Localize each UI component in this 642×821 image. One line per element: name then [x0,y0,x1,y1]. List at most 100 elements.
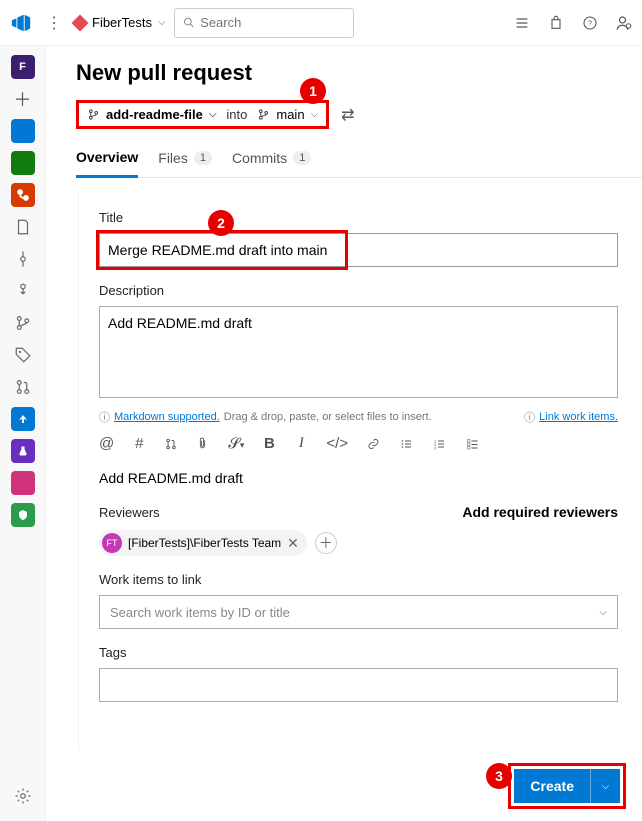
numbered-list-icon[interactable]: 123 [432,438,447,450]
link-work-items[interactable]: Link work items. [539,411,618,423]
sidebar-green[interactable] [8,500,38,530]
title-label: Title [99,210,618,225]
drag-hint: Drag & drop, paste, or select files to i… [224,411,432,423]
title-input[interactable] [99,233,618,267]
callout-1: 1 [300,78,326,104]
form-area: Title Description ⓘ Markdown supported. … [78,190,642,750]
source-branch-label: add-readme-file [106,107,203,122]
tags-input[interactable] [99,668,618,702]
main-content: New pull request add-readme-file ⌵ into … [46,46,642,821]
bold-icon[interactable]: B [262,435,276,452]
branch-selector-highlight: add-readme-file ⌵ into main ⌵ [76,100,329,129]
mention-icon[interactable]: @ [99,435,114,452]
branch-icon [87,108,100,121]
markdown-link[interactable]: Markdown supported. [114,411,220,423]
project-picker[interactable]: FiberTests ⌵ [74,15,166,30]
create-button[interactable]: Create [514,769,590,803]
search-input[interactable] [200,15,344,30]
search-icon [183,16,195,29]
callout-3: 3 [486,763,512,789]
top-bar: ⋮ FiberTests ⌵ ? [0,0,642,46]
tab-files[interactable]: Files 1 [158,149,212,177]
sidebar-boards[interactable] [8,148,38,178]
info-icon: ⓘ [99,409,110,425]
workitems-placeholder: Search work items by ID or title [110,605,290,620]
reviewers-label: Reviewers [99,505,160,520]
page-title: New pull request [76,60,642,86]
tab-overview-label: Overview [76,149,138,165]
remove-chip-icon[interactable]: ✕ [287,535,299,552]
create-split-button: Create ⌵ [514,769,620,803]
sidebar-files[interactable] [8,212,38,242]
avatar: FT [102,533,122,553]
info-icon: ⓘ [524,409,535,425]
sidebar-pullrequests[interactable] [8,372,38,402]
sidebar-commits[interactable] [8,244,38,274]
code-icon[interactable]: </> [326,435,348,452]
create-dropdown[interactable]: ⌵ [590,769,620,803]
workitems-label: Work items to link [99,572,618,587]
sidebar-branches[interactable] [8,308,38,338]
description-preview: Add README.md draft [99,470,618,486]
reviewer-chip[interactable]: FT [FiberTests]\FiberTests Team ✕ [99,530,307,556]
italic-icon[interactable]: I [294,435,308,452]
description-input[interactable] [99,306,618,398]
top-icon-bar: ? [512,13,634,33]
svg-text:?: ? [588,18,592,27]
target-branch-label: main [276,107,304,122]
link-icon[interactable] [366,438,381,450]
list-icon[interactable] [512,13,532,33]
into-label: into [226,107,247,122]
tab-overview[interactable]: Overview [76,149,138,178]
source-branch-picker[interactable]: add-readme-file ⌵ [87,107,216,122]
branch-row: add-readme-file ⌵ into main ⌵ ⇄ [76,100,642,129]
description-hint: ⓘ Markdown supported. Drag & drop, paste… [99,409,618,425]
bullet-list-icon[interactable] [399,438,414,450]
tab-commits-label: Commits [232,150,287,166]
search-box[interactable] [174,8,354,38]
tab-files-label: Files [158,150,188,166]
create-label: Create [530,778,574,794]
header-icon[interactable]: 𝓢▾ [228,435,244,452]
branch-icon [257,108,270,121]
tab-commits[interactable]: Commits 1 [232,149,311,177]
chevron-down-icon: ⌵ [602,781,610,792]
sidebar-pipelines[interactable] [8,404,38,434]
sidebar-project[interactable]: F [8,52,38,82]
shopping-bag-icon[interactable] [546,13,566,33]
reviewer-chips: FT [FiberTests]\FiberTests Team ✕ ＋ [99,530,618,556]
workitems-search[interactable]: Search work items by ID or title ⌵ [99,595,618,629]
help-icon[interactable]: ? [580,13,600,33]
sidebar-overview[interactable] [8,116,38,146]
sidebar-artifacts[interactable] [8,468,38,498]
target-branch-picker[interactable]: main ⌵ [257,107,318,122]
tags-label: Tags [99,645,618,660]
pr-ref-icon[interactable] [164,437,178,451]
task-list-icon[interactable] [465,438,480,450]
swap-branches-icon[interactable]: ⇄ [341,105,354,125]
add-required-reviewers[interactable]: Add required reviewers [462,504,618,520]
description-label: Description [99,283,618,298]
hash-icon[interactable]: # [132,435,146,452]
chevron-down-icon: ⌵ [158,17,166,28]
sidebar-new[interactable]: ＋ [8,84,38,114]
project-icon [72,14,89,31]
commits-count: 1 [293,151,311,165]
add-reviewer-button[interactable]: ＋ [315,532,337,554]
svg-text:3: 3 [434,445,437,450]
sidebar-settings[interactable] [8,781,38,811]
attach-icon[interactable] [196,436,210,451]
more-menu-icon[interactable]: ⋮ [42,13,66,33]
sidebar-testplans[interactable] [8,436,38,466]
sidebar-tags[interactable] [8,340,38,370]
sidebar-repos[interactable] [8,180,38,210]
chevron-down-icon: ⌵ [599,607,607,618]
reviewer-name: [FiberTests]\FiberTests Team [128,536,281,550]
tabs: Overview Files 1 Commits 1 [76,149,642,178]
files-count: 1 [194,151,212,165]
sidebar-pushes[interactable] [8,276,38,306]
azure-devops-logo[interactable] [8,10,34,36]
create-highlight: Create ⌵ [508,763,626,809]
user-settings-icon[interactable] [614,13,634,33]
left-sidebar: F ＋ [0,46,46,821]
